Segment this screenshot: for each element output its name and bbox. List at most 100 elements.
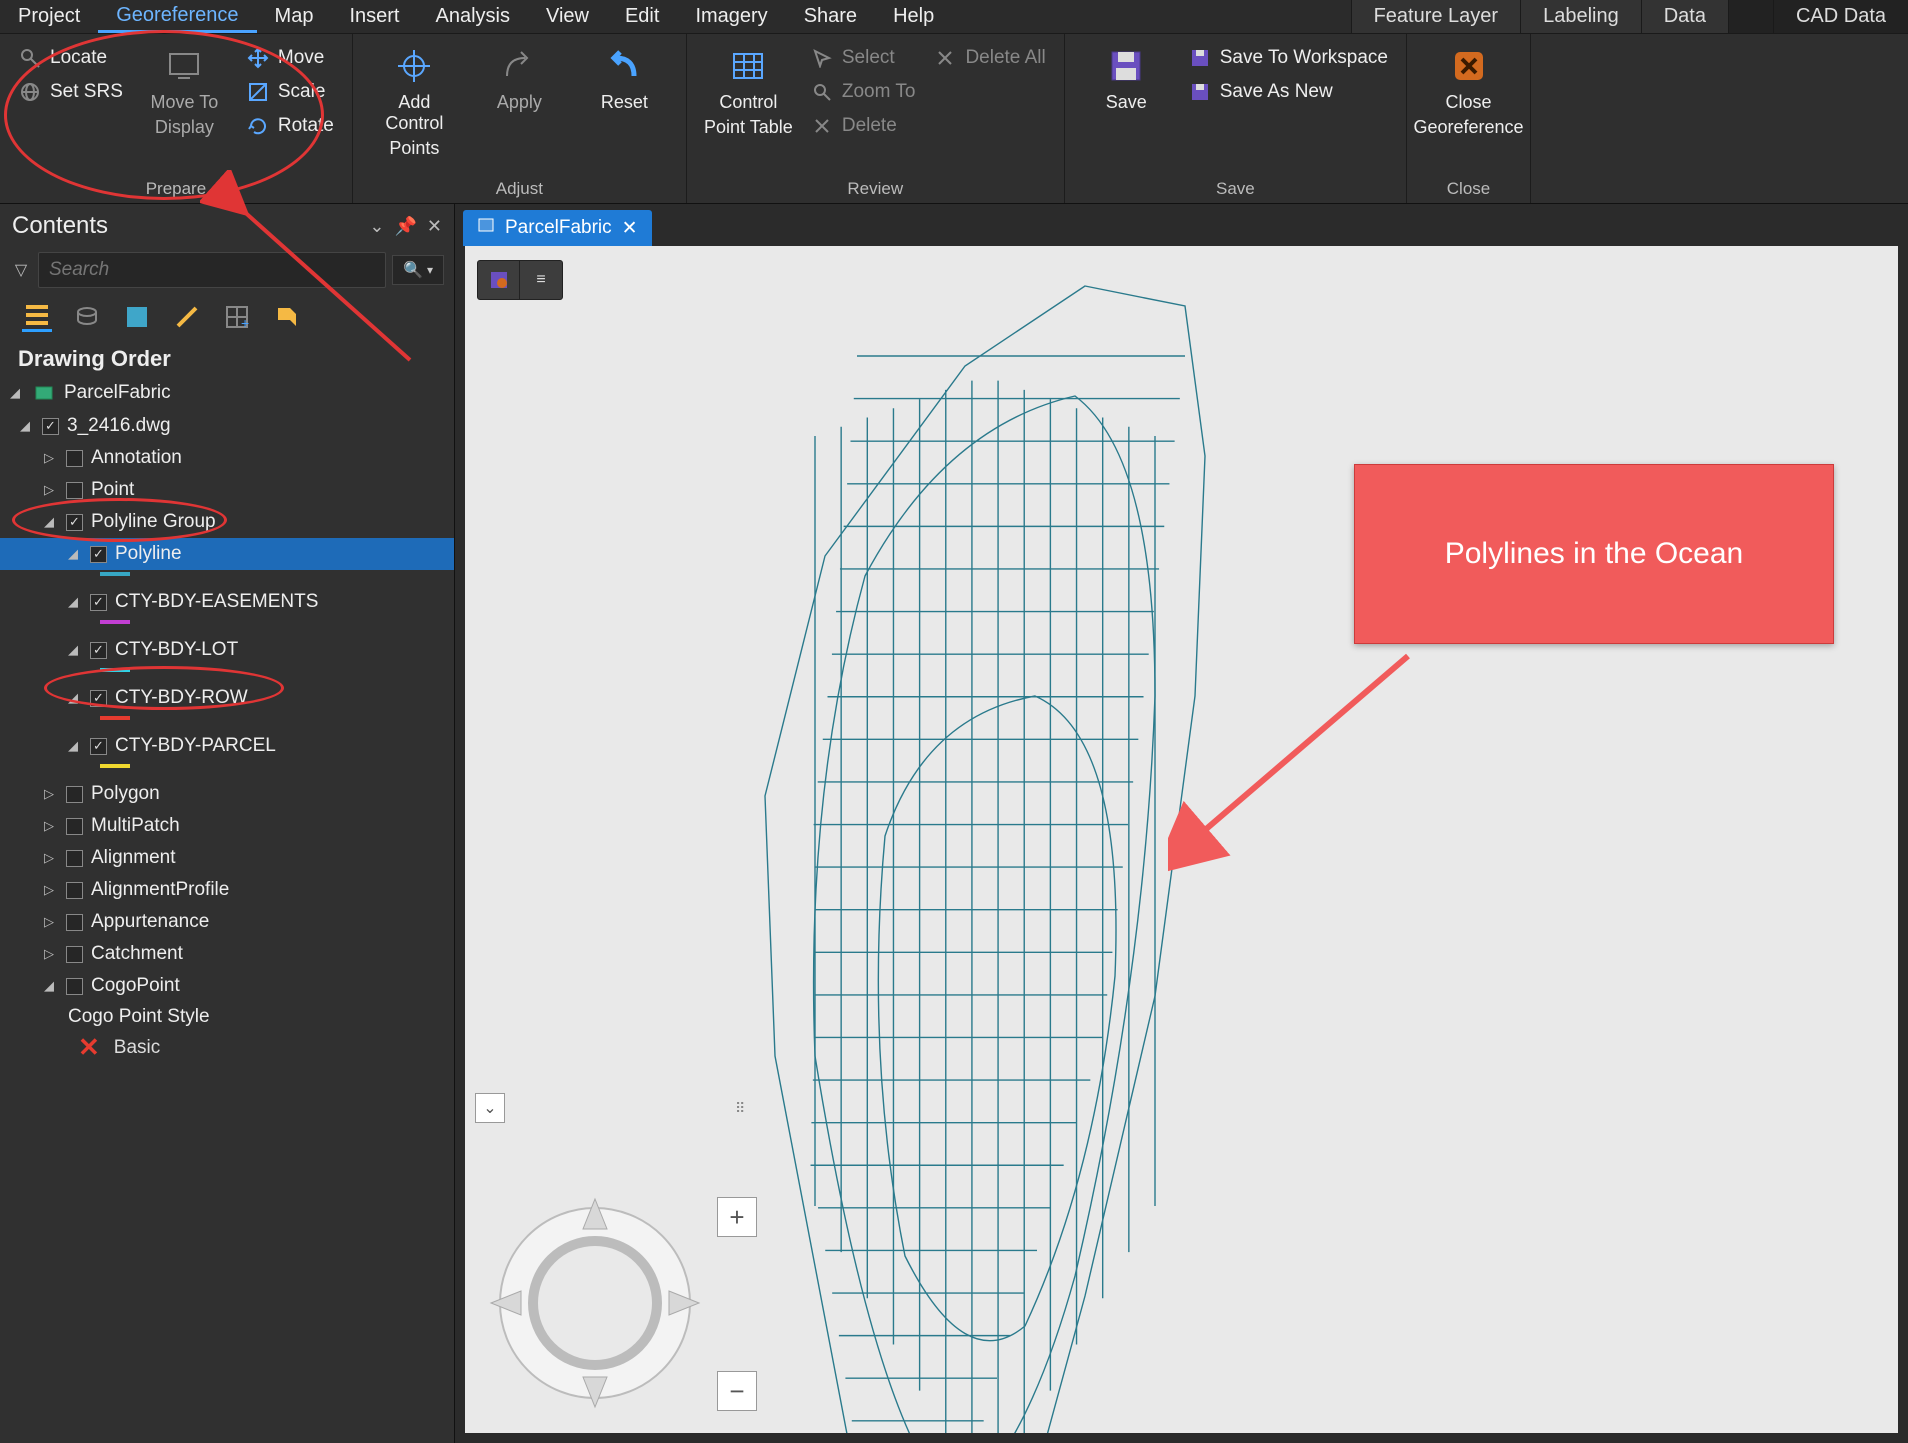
context-cad-data[interactable]: CAD Data (1773, 0, 1908, 33)
checkbox[interactable] (90, 642, 107, 659)
checkbox[interactable] (90, 594, 107, 611)
checkbox[interactable] (66, 850, 83, 867)
checkbox[interactable] (66, 450, 83, 467)
delete-all-button[interactable]: Delete All (929, 44, 1049, 72)
checkbox[interactable] (66, 786, 83, 803)
checkbox[interactable] (42, 418, 59, 435)
tab-list-by-source[interactable] (72, 302, 102, 332)
table-icon (726, 44, 770, 88)
zoom-to-button[interactable]: Zoom To (806, 78, 920, 106)
move-button[interactable]: Move (242, 44, 338, 72)
map-tab-parcelfabric[interactable]: ParcelFabric ✕ (463, 210, 652, 246)
context-labeling[interactable]: Labeling (1520, 0, 1641, 33)
layer-tree: ◢ ParcelFabric ◢ 3_2416.dwg ▷ Annotation… (0, 376, 454, 1443)
locate-button[interactable]: Locate (14, 44, 127, 72)
menu-analysis[interactable]: Analysis (417, 0, 527, 33)
tree-map-root[interactable]: ◢ ParcelFabric (0, 376, 454, 410)
expand-button[interactable]: ⌄ (475, 1093, 505, 1123)
drag-handle-icon[interactable]: ⠿ (735, 1100, 748, 1117)
tree-alignment-profile[interactable]: ▷ AlignmentProfile (0, 874, 454, 906)
tab-list-by-selection[interactable] (122, 302, 152, 332)
add-control-points-button[interactable]: Add Control Points (367, 40, 462, 159)
globe-icon (18, 80, 42, 104)
tree-polyline-group[interactable]: ◢ Polyline Group (0, 506, 454, 538)
checkbox[interactable] (66, 882, 83, 899)
menu-map[interactable]: Map (257, 0, 332, 33)
tree-appurtenance[interactable]: ▷ Appurtenance (0, 906, 454, 938)
tree-multipatch[interactable]: ▷ MultiPatch (0, 810, 454, 842)
tab-list-by-editing[interactable] (172, 302, 202, 332)
save-icon (1104, 44, 1148, 88)
menu-edit[interactable]: Edit (607, 0, 677, 33)
locate-label: Locate (50, 47, 107, 69)
tab-list-by-drawing-order[interactable] (22, 302, 52, 332)
map-view: ParcelFabric ✕ ≡ (455, 204, 1908, 1443)
tree-dwg[interactable]: ◢ 3_2416.dwg (0, 410, 454, 442)
menu-insert[interactable]: Insert (331, 0, 417, 33)
annotation-callout: Polylines in the Ocean (1354, 464, 1834, 644)
save-as-new-button[interactable]: Save As New (1184, 78, 1392, 106)
x-icon: ✕ (78, 1032, 100, 1063)
group-label-close: Close (1421, 175, 1516, 199)
checkbox[interactable] (66, 946, 83, 963)
move-to-display-button[interactable]: Move To Display (137, 40, 232, 138)
save-to-workspace-button[interactable]: Save To Workspace (1184, 44, 1392, 72)
menu-georeference[interactable]: Georeference (98, 0, 256, 33)
checkbox[interactable] (90, 738, 107, 755)
select-button[interactable]: Select (806, 44, 920, 72)
checkbox[interactable] (90, 690, 107, 707)
close-georeference-button[interactable]: Close Georeference (1421, 40, 1516, 138)
menu-project[interactable]: Project (0, 0, 98, 33)
save-button[interactable]: Save (1079, 40, 1174, 113)
ribbon-group-save: Save Save To Workspace Save As New Save (1065, 34, 1407, 203)
canvas-menu-button[interactable]: ≡ (520, 261, 562, 299)
scale-button[interactable]: Scale (242, 78, 338, 106)
tree-catchment[interactable]: ▷ Catchment (0, 938, 454, 970)
tree-row-layer[interactable]: ◢ CTY-BDY-ROW (0, 682, 454, 714)
context-feature-layer[interactable]: Feature Layer (1351, 0, 1521, 33)
ribbon-group-close: Close Georeference Close (1407, 34, 1531, 203)
zoom-in-button[interactable]: + (717, 1197, 757, 1237)
context-data[interactable]: Data (1641, 0, 1728, 33)
rotate-button[interactable]: Rotate (242, 112, 338, 140)
tree-polyline[interactable]: ◢ Polyline (0, 538, 454, 570)
move-to-display-icon (162, 44, 206, 88)
control-point-table-button[interactable]: Control Point Table (701, 40, 796, 138)
tree-parcel[interactable]: ◢ CTY-BDY-PARCEL (0, 730, 454, 762)
tree-alignment[interactable]: ▷ Alignment (0, 842, 454, 874)
callout-arrow-icon (1168, 626, 1428, 886)
move-icon (246, 46, 270, 70)
tree-cogopoint[interactable]: ◢ CogoPoint (0, 970, 454, 1002)
map-tab-close-icon[interactable]: ✕ (622, 217, 638, 240)
apply-button[interactable]: Apply (472, 40, 567, 113)
menu-imagery[interactable]: Imagery (677, 0, 785, 33)
cogo-point-style-label: Cogo Point Style (0, 1002, 454, 1032)
checkbox[interactable] (66, 978, 83, 995)
menu-help[interactable]: Help (875, 0, 952, 33)
zoom-out-button[interactable]: − (717, 1371, 757, 1411)
checkbox[interactable] (66, 818, 83, 835)
delete-button[interactable]: Delete (806, 112, 920, 140)
map-canvas[interactable]: ≡ Polylines in the Ocean (465, 246, 1898, 1433)
filter-icon[interactable]: ▽ (10, 260, 32, 280)
tree-easements[interactable]: ◢ CTY-BDY-EASEMENTS (0, 586, 454, 618)
tree-basic-style[interactable]: ✕ Basic (0, 1032, 454, 1063)
menu-share[interactable]: Share (786, 0, 875, 33)
select-icon (810, 46, 834, 70)
locate-icon (18, 46, 42, 70)
tree-point[interactable]: ▷ Point (0, 474, 454, 506)
contents-title: Contents (12, 212, 108, 240)
tree-polygon[interactable]: ▷ Polygon (0, 778, 454, 810)
menu-view[interactable]: View (528, 0, 607, 33)
reset-button[interactable]: Reset (577, 40, 672, 113)
canvas-explore-button[interactable] (478, 261, 520, 299)
tree-annotation[interactable]: ▷ Annotation (0, 442, 454, 474)
checkbox[interactable] (90, 546, 107, 563)
tree-lot[interactable]: ◢ CTY-BDY-LOT (0, 634, 454, 666)
navigator-wheel[interactable] (485, 1193, 705, 1413)
checkbox[interactable] (66, 514, 83, 531)
set-srs-button[interactable]: Set SRS (14, 78, 127, 106)
checkbox[interactable] (66, 482, 83, 499)
checkbox[interactable] (66, 914, 83, 931)
callout-text: Polylines in the Ocean (1445, 537, 1744, 571)
